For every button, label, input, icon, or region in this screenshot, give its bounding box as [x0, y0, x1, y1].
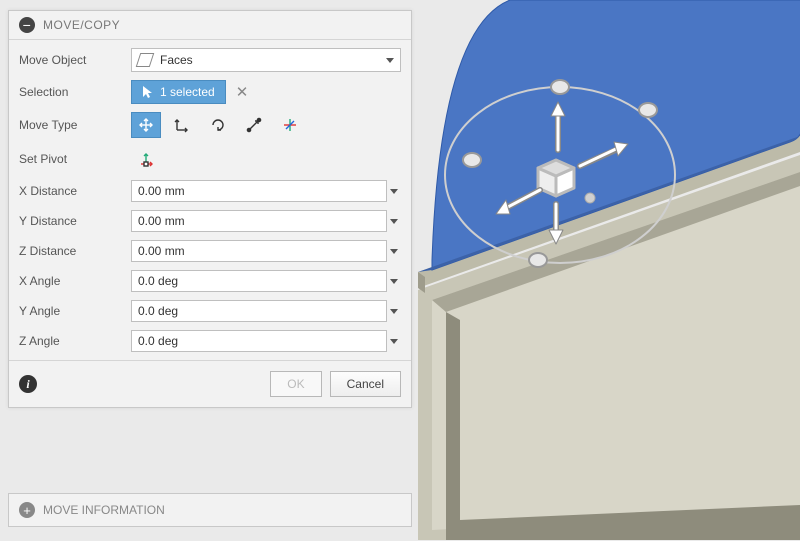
y-distance-label: Y Distance	[19, 214, 131, 228]
move-type-free-button[interactable]	[131, 112, 161, 138]
move-copy-panel: − MOVE/COPY Move Object Faces Selection	[8, 10, 412, 408]
x-angle-label: X Angle	[19, 274, 131, 288]
move-object-value: Faces	[160, 53, 193, 67]
move-information-panel: + MOVE INFORMATION	[8, 493, 412, 527]
z-distance-label: Z Distance	[19, 244, 131, 258]
move-type-translate-button[interactable]	[167, 112, 197, 138]
move-type-label: Move Type	[19, 118, 131, 132]
x-angle-dropdown[interactable]	[387, 279, 401, 284]
collapse-icon[interactable]: −	[19, 17, 35, 33]
y-distance-input[interactable]	[131, 210, 387, 232]
set-pivot-button[interactable]	[131, 146, 161, 172]
x-distance-dropdown[interactable]	[387, 189, 401, 194]
panel-body: Move Object Faces Selection 1 selected	[9, 40, 411, 360]
move-type-rotate-button[interactable]	[203, 112, 233, 138]
panel-footer: i OK Cancel	[9, 360, 411, 407]
info-icon[interactable]: i	[19, 375, 37, 393]
cancel-button[interactable]: Cancel	[330, 371, 401, 397]
ok-button[interactable]: OK	[270, 371, 321, 397]
move-object-label: Move Object	[19, 53, 131, 67]
x-distance-input[interactable]	[131, 180, 387, 202]
y-angle-input[interactable]	[131, 300, 387, 322]
x-distance-label: X Distance	[19, 184, 131, 198]
z-angle-dropdown[interactable]	[387, 339, 401, 344]
z-distance-dropdown[interactable]	[387, 249, 401, 254]
triad-origin-icon[interactable]	[538, 160, 574, 196]
selection-clear-button[interactable]: ✕	[232, 83, 253, 101]
selection-chip-text: 1 selected	[160, 85, 215, 99]
z-distance-input[interactable]	[131, 240, 387, 262]
expand-icon[interactable]: +	[19, 502, 35, 518]
faces-icon	[136, 53, 155, 67]
z-angle-input[interactable]	[131, 330, 387, 352]
panel-header: − MOVE/COPY	[9, 11, 411, 40]
x-angle-input[interactable]	[131, 270, 387, 292]
panel-title: MOVE/COPY	[43, 18, 120, 32]
chevron-down-icon	[386, 58, 394, 63]
y-angle-label: Y Angle	[19, 304, 131, 318]
set-pivot-label: Set Pivot	[19, 152, 131, 166]
move-type-point-to-position-button[interactable]	[275, 112, 305, 138]
y-distance-dropdown[interactable]	[387, 219, 401, 224]
cursor-icon	[142, 85, 154, 99]
selection-label: Selection	[19, 85, 131, 99]
selection-chip[interactable]: 1 selected	[131, 80, 226, 104]
move-information-title: MOVE INFORMATION	[43, 503, 165, 517]
z-angle-label: Z Angle	[19, 334, 131, 348]
move-type-point-to-point-button[interactable]	[239, 112, 269, 138]
y-angle-dropdown[interactable]	[387, 309, 401, 314]
move-object-dropdown[interactable]: Faces	[131, 48, 401, 72]
